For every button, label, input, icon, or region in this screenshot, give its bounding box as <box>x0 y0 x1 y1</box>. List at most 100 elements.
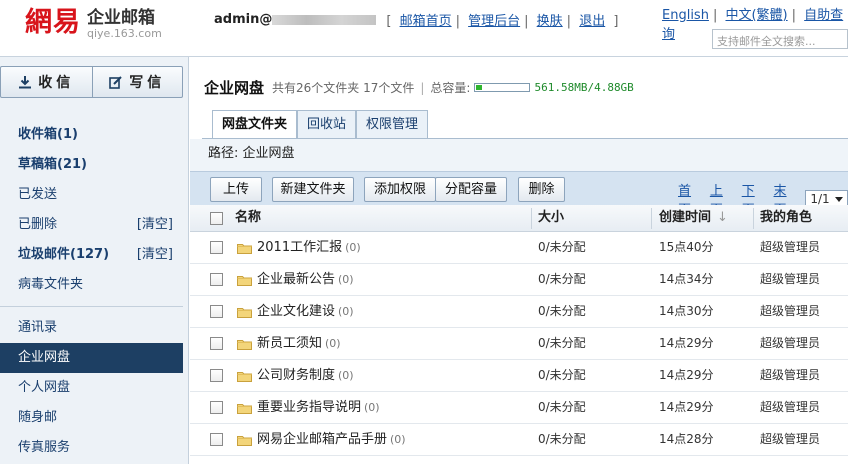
file-count: (0) <box>345 241 361 254</box>
row-checkbox[interactable] <box>210 337 223 350</box>
table-row[interactable]: 新员工须知 (0) 0/未分配 14点29分 超级管理员 <box>190 328 848 360</box>
row-checkbox[interactable] <box>210 369 223 382</box>
tab-bar: 网盘文件夹 回收站 权限管理 <box>212 110 429 139</box>
folder-icon <box>237 276 252 286</box>
file-created: 14点29分 <box>659 400 714 414</box>
quota-bar <box>474 83 531 92</box>
file-name[interactable]: 重要业务指导说明 (0) <box>257 392 380 423</box>
file-created: 14点29分 <box>659 368 714 382</box>
file-created: 15点40分 <box>659 240 714 254</box>
traditional-chinese-link[interactable]: 中文(繁體) <box>725 8 787 23</box>
folder-icon <box>237 404 252 414</box>
file-size: 0/未分配 <box>538 368 586 382</box>
title-row: 企业网盘 共有26个文件夹 17个文件 | 总容量: 561.58MB/4.88… <box>204 79 634 97</box>
table-row[interactable]: 重要业务指导说明 (0) 0/未分配 14点29分 超级管理员 <box>190 392 848 424</box>
tool-contacts[interactable]: 通讯录 <box>0 313 183 343</box>
upload-button[interactable]: 上传 <box>210 177 262 202</box>
compose-button[interactable]: 写信 <box>91 67 183 97</box>
tool-mobile-mail[interactable]: 随身邮 <box>0 403 183 433</box>
file-role: 超级管理员 <box>760 272 821 286</box>
select-all-checkbox[interactable] <box>210 212 223 225</box>
allocate-quota-button[interactable]: 分配容量 <box>435 177 507 202</box>
row-checkbox[interactable] <box>210 241 223 254</box>
tool-list: 通讯录 企业网盘 个人网盘 随身邮 传真服务 <box>0 313 183 463</box>
folder-icon <box>237 340 252 350</box>
clear-deleted-link[interactable]: [清空] <box>137 210 173 240</box>
mail-action-bar: 收信 写信 <box>0 66 183 98</box>
folder-icon <box>237 244 252 254</box>
file-created: 14点30分 <box>659 304 714 318</box>
sidebar: 收信 写信 收件箱(1) 草稿箱(21) 已发送 已删除 [清空] 垃圾邮件(12… <box>0 57 189 464</box>
table-row[interactable]: 公司财务制度 (0) 0/未分配 14点29分 超级管理员 <box>190 360 848 392</box>
drive-stats: 共有26个文件夹 17个文件 <box>272 81 415 95</box>
user-bar: admin@ [ 邮箱首页 | 管理后台 | 换肤 | 退出 ] <box>214 12 619 29</box>
redacted-domain <box>272 14 377 25</box>
tab-permissions[interactable]: 权限管理 <box>356 110 429 138</box>
file-table: 名称 大小 创建时间 ↓ 我的角色 2011工作汇报 (0) 0/未分配 15点40分超… <box>190 205 848 456</box>
folder-deleted[interactable]: 已删除 [清空] <box>0 210 183 240</box>
receive-button[interactable]: 收信 <box>1 67 92 97</box>
new-folder-button[interactable]: 新建文件夹 <box>272 177 354 202</box>
folder-icon <box>237 308 252 318</box>
file-role: 超级管理员 <box>760 240 821 254</box>
row-checkbox[interactable] <box>210 433 223 446</box>
tab-recycle-bin[interactable]: 回收站 <box>297 110 357 138</box>
main-panel: 企业网盘 共有26个文件夹 17个文件 | 总容量: 561.58MB/4.88… <box>190 57 848 464</box>
file-name[interactable]: 新员工须知 (0) <box>257 328 341 359</box>
tool-enterprise-drive[interactable]: 企业网盘 <box>0 343 183 373</box>
logout-link[interactable]: 退出 <box>579 14 605 29</box>
folder-drafts[interactable]: 草稿箱(21) <box>0 150 183 180</box>
file-role: 超级管理员 <box>760 400 821 414</box>
sidebar-divider <box>0 306 183 307</box>
table-row[interactable]: 网易企业邮箱产品手册 (0) 0/未分配 14点28分 超级管理员 <box>190 424 848 456</box>
file-role: 超级管理员 <box>760 304 821 318</box>
add-permission-button[interactable]: 添加权限 <box>364 177 436 202</box>
file-count: (0) <box>364 401 380 414</box>
home-link[interactable]: 邮箱首页 <box>400 14 452 29</box>
sort-down-icon: ↓ <box>717 210 728 225</box>
clear-spam-link[interactable]: [清空] <box>137 240 173 270</box>
row-checkbox[interactable] <box>210 401 223 414</box>
tool-personal-drive[interactable]: 个人网盘 <box>0 373 183 403</box>
folder-list: 收件箱(1) 草稿箱(21) 已发送 已删除 [清空] 垃圾邮件(127) [清空]… <box>0 120 183 463</box>
file-size: 0/未分配 <box>538 240 586 254</box>
skin-link[interactable]: 换肤 <box>537 14 563 29</box>
tool-fax-service[interactable]: 传真服务 <box>0 433 183 463</box>
download-icon <box>19 76 32 89</box>
folder-icon <box>237 436 252 446</box>
search-input[interactable]: 支持邮件全文搜索... <box>712 29 848 49</box>
file-size: 0/未分配 <box>538 400 586 414</box>
table-row[interactable]: 2011工作汇报 (0) 0/未分配 15点40分 超级管理员 <box>190 232 848 264</box>
folder-sent[interactable]: 已发送 <box>0 180 183 210</box>
file-size: 0/未分配 <box>538 336 586 350</box>
file-size: 0/未分配 <box>538 304 586 318</box>
column-created[interactable]: 创建时间 ↓ <box>659 205 728 231</box>
file-name[interactable]: 公司财务制度 (0) <box>257 360 354 391</box>
folder-spam[interactable]: 垃圾邮件(127) [清空] <box>0 240 183 270</box>
tab-drive-folders[interactable]: 网盘文件夹 <box>212 110 298 139</box>
row-checkbox[interactable] <box>210 273 223 286</box>
folder-inbox[interactable]: 收件箱(1) <box>0 120 183 150</box>
logo-domain: qiye.163.com <box>87 27 162 40</box>
row-checkbox[interactable] <box>210 305 223 318</box>
table-row[interactable]: 企业最新公告 (0) 0/未分配 14点34分 超级管理员 <box>190 264 848 296</box>
column-size[interactable]: 大小 <box>538 205 564 231</box>
folder-virus[interactable]: 病毒文件夹 <box>0 270 183 300</box>
logo-mark: 網易 <box>25 7 81 38</box>
table-row[interactable]: 企业文化建设 (0) 0/未分配 14点30分 超级管理员 <box>190 296 848 328</box>
file-name[interactable]: 企业文化建设 (0) <box>257 296 354 327</box>
file-count: (0) <box>390 433 406 446</box>
admin-link[interactable]: 管理后台 <box>468 14 520 29</box>
logo[interactable]: 網易 企业邮箱 qiye.163.com <box>25 8 162 40</box>
file-name[interactable]: 企业最新公告 (0) <box>257 264 354 295</box>
english-link[interactable]: English <box>662 8 709 23</box>
file-name[interactable]: 网易企业邮箱产品手册 (0) <box>257 424 406 455</box>
file-role: 超级管理员 <box>760 336 821 350</box>
column-role[interactable]: 我的角色 <box>760 205 812 231</box>
file-count: (0) <box>338 305 354 318</box>
file-name[interactable]: 2011工作汇报 (0) <box>257 232 361 263</box>
file-size: 0/未分配 <box>538 272 586 286</box>
column-name[interactable]: 名称 <box>235 205 261 231</box>
file-count: (0) <box>325 337 341 350</box>
delete-button[interactable]: 删除 <box>518 177 565 202</box>
